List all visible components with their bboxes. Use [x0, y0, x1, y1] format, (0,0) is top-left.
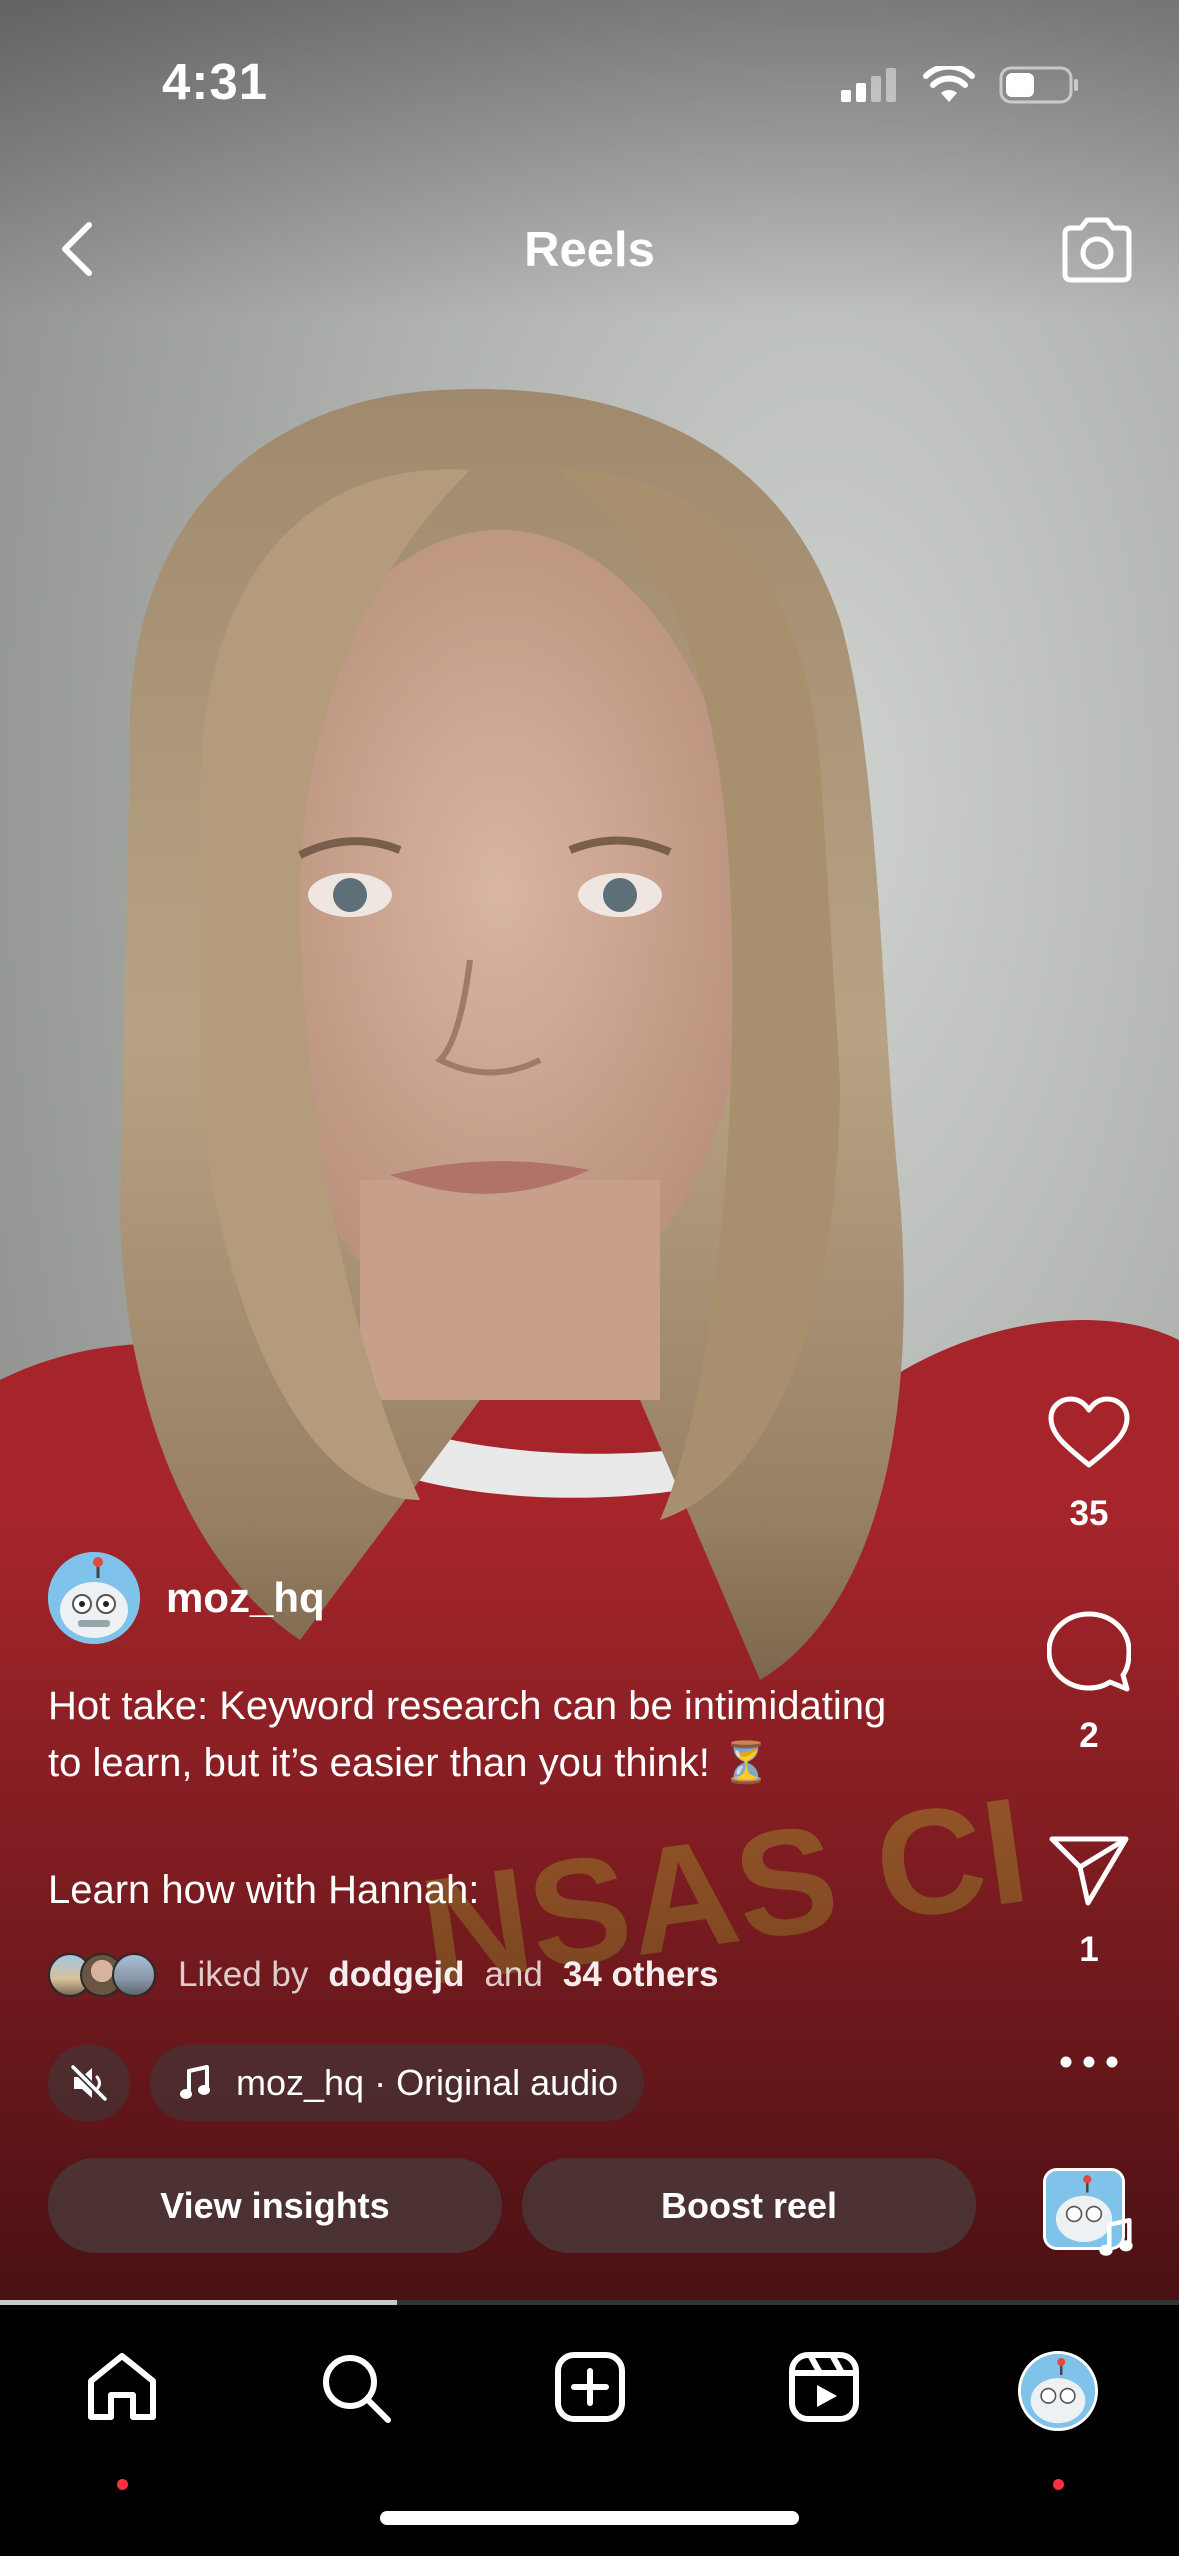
post-caption[interactable]: Hot take: Keyword research can be intimi…	[48, 1678, 998, 1919]
more-icon	[1060, 2056, 1118, 2068]
author-avatar[interactable]	[48, 1552, 140, 1644]
comment-icon	[1046, 1611, 1132, 1692]
comment-action[interactable]: 2	[999, 1611, 1179, 1756]
post-author[interactable]: moz_hq	[48, 1552, 325, 1644]
liked-and: and	[484, 1955, 543, 1994]
tab-profile[interactable]	[998, 2351, 1118, 2490]
profile-avatar	[1018, 2351, 1098, 2431]
heart-icon	[1048, 1396, 1130, 1468]
view-insights-button[interactable]: View insights	[48, 2158, 502, 2253]
status-bar: 4:31	[0, 0, 1179, 150]
top-nav: Reels	[0, 200, 1179, 300]
more-options-button[interactable]	[999, 2055, 1179, 2074]
camera-button[interactable]	[1057, 210, 1137, 290]
audio-row: moz_hq · Original audio	[48, 2045, 645, 2121]
liked-by-row[interactable]: Liked by dodgejd and 34 others	[48, 1953, 719, 1997]
status-time: 4:31	[162, 53, 269, 110]
notification-dot	[1053, 2479, 1064, 2490]
like-action[interactable]: 35	[999, 1395, 1179, 1534]
audio-pill[interactable]: moz_hq · Original audio	[150, 2045, 645, 2121]
owner-actions: View insights Boost reel	[48, 2158, 976, 2253]
notification-dot	[117, 2479, 128, 2490]
tab-home[interactable]	[62, 2351, 182, 2490]
mute-icon	[70, 2064, 108, 2102]
like-count: 35	[1069, 1494, 1109, 1533]
create-icon	[555, 2352, 625, 2422]
caption-line: Learn how with Hannah:	[48, 1868, 480, 1912]
share-action[interactable]: 1	[999, 1833, 1179, 1970]
tab-reels[interactable]	[764, 2351, 884, 2461]
liked-user[interactable]: dodgejd	[328, 1955, 464, 1995]
share-count: 1	[1079, 1930, 1099, 1969]
robot-mascot-icon	[1021, 2354, 1095, 2428]
boost-reel-button[interactable]: Boost reel	[522, 2158, 976, 2253]
home-icon	[88, 2353, 156, 2420]
caption-line: to learn, but it’s easier than you think…	[48, 1741, 771, 1785]
audio-label: moz_hq · Original audio	[236, 2062, 619, 2103]
status-icons	[841, 62, 1079, 108]
search-icon	[323, 2355, 391, 2423]
music-note-icon	[1099, 2218, 1133, 2256]
home-indicator[interactable]	[380, 2511, 799, 2525]
author-username[interactable]: moz_hq	[166, 1574, 325, 1622]
liker-facepile	[48, 1953, 156, 1997]
battery-icon	[999, 66, 1078, 104]
tab-create[interactable]	[530, 2351, 650, 2461]
liked-others[interactable]: 34 others	[563, 1955, 719, 1995]
cellular-signal-icon	[841, 68, 896, 102]
reels-icon	[789, 2352, 859, 2422]
share-icon	[1049, 1836, 1129, 1906]
robot-mascot-icon	[48, 1552, 140, 1644]
caption-line: Hot take: Keyword research can be intimi…	[48, 1684, 887, 1728]
wifi-icon	[923, 66, 975, 102]
liker-avatar	[112, 1953, 156, 1997]
mute-button[interactable]	[48, 2045, 130, 2121]
page-title: Reels	[524, 223, 655, 277]
liked-prefix: Liked by	[178, 1955, 309, 1994]
comment-count: 2	[1079, 1716, 1099, 1755]
tab-search[interactable]	[296, 2351, 416, 2461]
camera-icon	[1062, 217, 1132, 283]
music-note-icon	[180, 2065, 210, 2099]
